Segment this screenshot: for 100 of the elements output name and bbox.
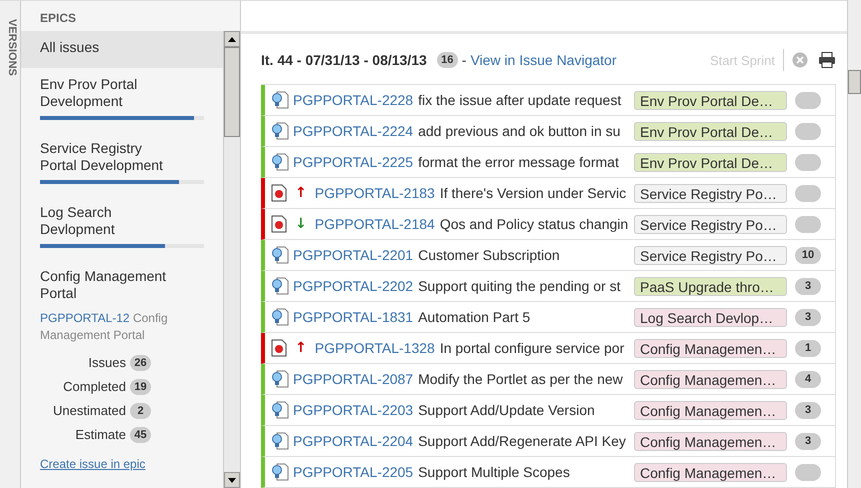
issue-key-link[interactable]: PGPPORTAL-2201 xyxy=(293,247,414,263)
issue-row[interactable]: ↓ PGPPORTAL-2184 Qos and Policy status changin Service Registry Po… xyxy=(261,209,836,240)
epic-item[interactable]: Config Management Portal PGPPORTAL-12 Config Management Portal Issues 26 Completed 19 Unestimated 2 Estimate 45 Create issue in epic xyxy=(21,260,223,483)
issue-row[interactable]: PGPPORTAL-2228 fix the issue after update request Env Prov Portal De… xyxy=(261,85,836,116)
issue-row[interactable]: PGPPORTAL-2225 format the error message format Env Prov Portal De… xyxy=(261,147,836,178)
estimate-badge xyxy=(795,464,821,480)
issue-count-badge: 16 xyxy=(436,52,458,68)
issue-summary: If there's Version under Servic xyxy=(440,185,628,201)
issue-key-link[interactable]: PGPPORTAL-2224 xyxy=(293,123,414,139)
epic-name: All issues xyxy=(40,39,100,56)
estimate-badge: 10 xyxy=(795,246,821,264)
issue-summary: Automation Part 5 xyxy=(418,309,532,325)
issue-key-link[interactable]: PGPPORTAL-2087 xyxy=(293,371,414,387)
issue-summary: In portal configure service por xyxy=(440,340,626,356)
issue-summary: Support Add/Update Version xyxy=(418,402,596,418)
lightbulb-icon xyxy=(271,246,289,264)
lightbulb-icon xyxy=(271,153,289,171)
issue-row[interactable]: PGPPORTAL-2201 Customer Subscription Service Registry Po… 10 xyxy=(261,240,836,271)
epic-name: Service Registry Portal Development xyxy=(40,140,164,174)
epic-description: PGPPORTAL-12 Config Management Portal xyxy=(40,310,169,344)
issue-summary: Support quiting the pending or st xyxy=(418,278,622,294)
issue-key-link[interactable]: PGPPORTAL-2228 xyxy=(293,92,414,108)
estimate-badge xyxy=(795,184,821,202)
epic-tag: Env Prov Portal De… xyxy=(634,90,787,110)
bug-icon xyxy=(271,339,287,357)
close-icon[interactable] xyxy=(792,52,808,68)
scroll-up-button[interactable] xyxy=(224,31,240,47)
issue-row[interactable]: ↑ PGPPORTAL-2183 If there's Version under Servic Service Registry Po… xyxy=(261,178,836,209)
separator-text: - xyxy=(462,52,466,68)
issue-navigator-link[interactable]: View in Issue Navigator xyxy=(470,52,616,68)
issue-summary: Qos and Policy status changin xyxy=(440,216,630,232)
count-badge: 26 xyxy=(130,355,151,371)
issue-summary: Modify the Portlet as per the new xyxy=(418,371,624,387)
estimate-badge xyxy=(795,216,821,232)
epic-tag: Config Managemen… xyxy=(634,432,787,450)
issue-row[interactable]: PGPPORTAL-2203 Support Add/Update Version Config Managemen… 3 xyxy=(261,395,836,426)
epic-name: Config Management Portal xyxy=(40,268,168,302)
issue-key-link[interactable]: PGPPORTAL-2202 xyxy=(293,278,414,294)
stat-label: Completed xyxy=(62,379,126,394)
issue-key-link[interactable]: PGPPORTAL-2204 xyxy=(293,433,414,449)
printer-icon[interactable] xyxy=(818,52,836,68)
scrollbar[interactable] xyxy=(847,0,861,488)
count-badge: 19 xyxy=(130,379,151,395)
stat-label: Unestimated xyxy=(52,403,126,418)
scrollbar[interactable] xyxy=(223,31,240,488)
estimate-badge: 4 xyxy=(795,370,821,388)
epic-name: Env Prov Portal Development xyxy=(40,76,138,110)
bug-icon xyxy=(271,184,287,202)
issue-key-link[interactable]: PGPPORTAL-2205 xyxy=(293,464,414,480)
epic-tag: Log Search Devlop… xyxy=(634,308,787,326)
create-issue-link[interactable]: Create issue in epic xyxy=(40,457,213,471)
scrollbar-thumb[interactable] xyxy=(848,70,861,94)
estimate-badge xyxy=(795,92,821,108)
epic-item[interactable]: Env Prov Portal Development xyxy=(21,68,223,132)
issue-summary: Support Multiple Scopes xyxy=(418,464,571,480)
epic-tag: PaaS Upgrade thro… xyxy=(634,276,787,296)
epic-item[interactable]: Log Search Devlopment xyxy=(21,196,223,260)
versions-label[interactable]: VERSIONS xyxy=(6,19,18,76)
count-badge: 2 xyxy=(130,403,151,419)
estimate-badge: 3 xyxy=(795,402,821,418)
issue-summary: format the error message format xyxy=(418,154,620,170)
issue-row[interactable]: ↑ PGPPORTAL-1328 In portal configure service por Config Managemen… 1 xyxy=(261,333,836,364)
epic-tag: Config Managemen… xyxy=(634,462,787,482)
epic-tag: Env Prov Portal De… xyxy=(634,122,787,140)
epic-tag: Env Prov Portal De… xyxy=(634,152,787,172)
priority-arrow: ↓ xyxy=(295,216,307,232)
issue-key-link[interactable]: PGPPORTAL-2184 xyxy=(314,216,435,232)
issue-row[interactable]: PGPPORTAL-2205 Support Multiple Scopes Config Managemen… xyxy=(261,457,836,488)
lightbulb-icon xyxy=(271,401,289,419)
bug-icon xyxy=(271,215,287,233)
estimate-badge: 1 xyxy=(795,340,821,356)
epic-tag: Config Managemen… xyxy=(634,400,787,420)
issue-key-link[interactable]: PGPPORTAL-2225 xyxy=(293,154,414,170)
epic-item[interactable]: Service Registry Portal Development xyxy=(21,132,223,196)
epic-tag: Service Registry Po… xyxy=(634,214,787,234)
issue-row[interactable]: PGPPORTAL-1831 Automation Part 5 Log Search Devlop… 3 xyxy=(261,302,836,333)
issue-key-link[interactable]: PGPPORTAL-1328 xyxy=(314,340,435,356)
epic-tag: Config Managemen… xyxy=(634,370,787,388)
issue-row[interactable]: PGPPORTAL-2087 Modify the Portlet as per the new Config Managemen… 4 xyxy=(261,364,836,395)
versions-tab[interactable]: VERSIONS xyxy=(0,0,21,488)
scroll-down-button[interactable] xyxy=(224,472,240,488)
issue-key-link[interactable]: PGPPORTAL-2203 xyxy=(293,402,414,418)
estimate-badge xyxy=(795,122,821,140)
epic-tag: Config Managemen… xyxy=(634,338,787,358)
issue-row[interactable]: PGPPORTAL-2204 Support Add/Regenerate API Key Config Managemen… 3 xyxy=(261,426,836,457)
epics-title: EPICS xyxy=(39,10,78,27)
lightbulb-icon xyxy=(271,308,289,326)
issue-summary: Support Add/Regenerate API Key xyxy=(418,433,627,449)
issue-key-link[interactable]: PGPPORTAL-1831 xyxy=(293,309,414,325)
lightbulb-icon xyxy=(271,463,289,481)
issue-row[interactable]: PGPPORTAL-2224 add previous and ok button in su Env Prov Portal De… xyxy=(261,116,836,147)
scrollbar-thumb[interactable] xyxy=(224,47,240,137)
priority-arrow: ↑ xyxy=(295,185,307,201)
issue-row[interactable]: PGPPORTAL-2202 Support quiting the pending or st PaaS Upgrade thro… 3 xyxy=(261,271,836,302)
issue-key-link[interactable]: PGPPORTAL-2183 xyxy=(314,185,435,201)
epic-key-link[interactable]: PGPPORTAL-12 xyxy=(40,311,130,325)
epic-name: Log Search Devlopment xyxy=(40,204,116,238)
lightbulb-icon xyxy=(271,122,289,140)
estimate-badge: 3 xyxy=(795,432,821,450)
epic-item[interactable]: All issues xyxy=(21,31,223,68)
